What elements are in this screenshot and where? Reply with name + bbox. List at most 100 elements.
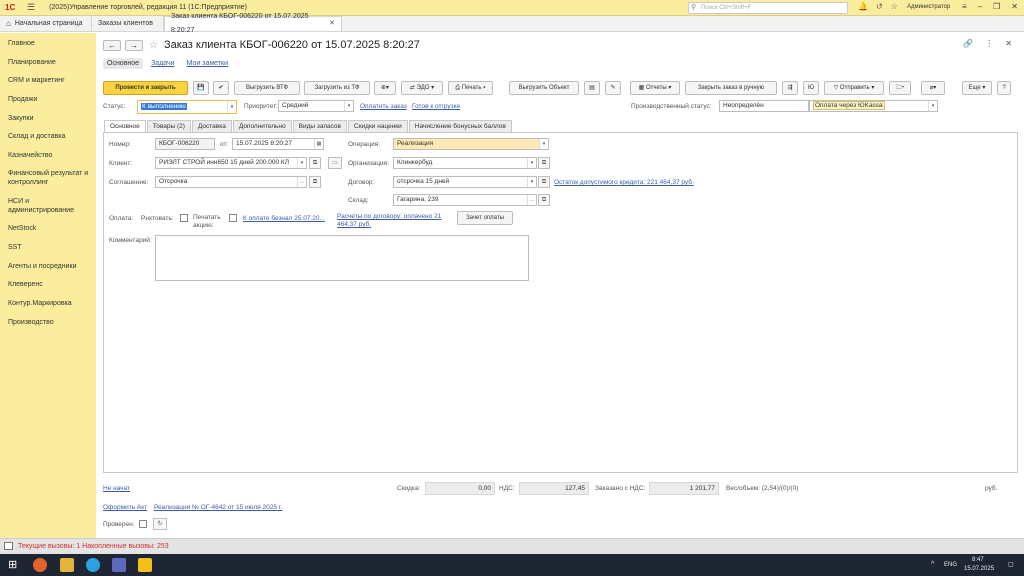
restore-icon[interactable]: ❐ (993, 2, 1000, 11)
warehouse-open-button[interactable]: ⧉ (538, 194, 550, 206)
flow-icon-button[interactable]: ⇶ (782, 81, 798, 95)
sidebar-item-kontur[interactable]: Контур.Маркировка (8, 299, 94, 308)
star-icon[interactable]: ☆ (891, 2, 898, 11)
ready-to-ship-link[interactable]: Готов к отгрузке (412, 103, 460, 110)
checked-checkbox[interactable] (139, 520, 147, 528)
edit-icon-button[interactable]: ✎ (605, 81, 621, 95)
sidebar-item-planning[interactable]: Планирование (8, 58, 94, 67)
subnav-main[interactable]: Основное (103, 58, 144, 69)
chevron-down-icon[interactable]: ▾ (297, 158, 306, 168)
sidebar-item-purchases[interactable]: Закупки (8, 114, 94, 123)
number-field[interactable]: КБОГ-006220 (155, 138, 215, 150)
sidebar-item-agents[interactable]: Агенты и посредники (8, 262, 94, 271)
sidebar-item-crm[interactable]: CRM и маркетинг (8, 76, 94, 85)
sidebar-item-warehouse[interactable]: Склад и доставка (8, 132, 94, 141)
notifications-icon[interactable]: ▢ (1008, 561, 1014, 568)
warehouse-field[interactable]: Гагарина, 239 … (393, 194, 537, 206)
sidebar-item-sales[interactable]: Продажи (8, 95, 94, 104)
contract-open-button[interactable]: ⧉ (538, 176, 550, 188)
contract-field[interactable]: отсрочка 15 дней ▾ (393, 176, 537, 188)
history-icon[interactable]: ↺ (876, 2, 883, 11)
agreement-field[interactable]: Отсрочка … (155, 176, 307, 188)
document-icon-button[interactable]: ▤ (584, 81, 600, 95)
remote-desktop-icon[interactable] (112, 558, 126, 572)
bell-icon[interactable]: 🔔 (858, 2, 868, 11)
create-based-button[interactable]: ⊕▾ (374, 81, 396, 95)
cash-checkbox[interactable] (180, 214, 188, 222)
sidebar-item-netstock[interactable]: NetStock (8, 224, 94, 233)
reports-button[interactable]: ▦ Отчеты ▾ (630, 81, 680, 95)
comment-textarea[interactable] (155, 235, 529, 281)
favorite-star-icon[interactable]: ☆ (149, 40, 158, 51)
print-promo-checkbox[interactable] (229, 214, 237, 222)
ellipsis-icon[interactable]: … (297, 177, 306, 187)
onec-app-icon[interactable] (138, 558, 152, 572)
edo-button[interactable]: ⇄ ЭДО ▾ (401, 81, 443, 95)
calendar-icon[interactable]: ▦ (314, 139, 323, 149)
sidebar-item-cleverence[interactable]: Клеверенс (8, 280, 94, 289)
operation-field[interactable]: Реализация ▾ (393, 138, 549, 150)
send-button[interactable]: ▽ Отправить ▾ (824, 81, 884, 95)
priority-field[interactable]: Средний ▾ (278, 100, 354, 112)
organization-field[interactable]: Клинкербуд ▾ (393, 157, 537, 169)
back-button[interactable]: ← (103, 39, 121, 51)
subnav-notes[interactable]: Мои заметки (183, 58, 232, 69)
chevron-down-icon[interactable]: ▾ (527, 177, 536, 187)
yukassa-icon-button[interactable]: Ю (803, 81, 819, 95)
help-button[interactable]: ? (997, 81, 1011, 95)
check-action-button[interactable]: ↻ (153, 518, 167, 530)
not-started-link[interactable]: Не начат (103, 485, 130, 492)
prod-status-field[interactable]: Неопределён (719, 100, 809, 112)
telegram-icon[interactable] (86, 558, 100, 572)
tab-client-orders[interactable]: Заказы клиентов (92, 16, 164, 31)
attachments-button[interactable]: ⌀▾ (921, 81, 945, 95)
tab-current-order[interactable]: Заказ клиента КБОГ-006220 от 15.07.2025 … (164, 13, 342, 34)
chevron-down-icon[interactable]: ▾ (344, 101, 353, 111)
chevron-down-icon[interactable]: ▾ (928, 101, 937, 111)
close-order-manual-button[interactable]: Закрыть заказ в ручную (685, 81, 777, 95)
user-name[interactable]: Администратор (907, 4, 950, 10)
settings-icon[interactable]: ≡ (962, 2, 967, 11)
sidebar-item-treasury[interactable]: Казначейство (8, 151, 94, 160)
close-icon[interactable]: ✕ (1011, 2, 1018, 11)
subnav-tasks[interactable]: Задачи (147, 58, 179, 69)
organization-open-button[interactable]: ⧉ (538, 157, 550, 169)
sidebar-item-nsi[interactable]: НСИ и администрирование (8, 197, 94, 215)
post-button[interactable]: ✔ (213, 81, 229, 95)
status-field[interactable]: К выполнению ▾ (137, 100, 237, 114)
more-button[interactable]: Еще ▾ (962, 81, 992, 95)
prod-status-note[interactable]: Оплата через ЮKassa ▾ (809, 100, 938, 112)
close-form-icon[interactable]: ✕ (1005, 39, 1012, 48)
post-and-close-button[interactable]: Провести и закрыть (103, 81, 188, 95)
chevron-down-icon[interactable]: ▾ (527, 158, 536, 168)
import-tf-button[interactable]: Загрузить из ТФ (304, 81, 370, 95)
print-button[interactable]: ⎙ Печать ▾ (448, 81, 493, 95)
agreement-open-button[interactable]: ⧉ (309, 176, 321, 188)
minimize-icon[interactable]: – (978, 2, 982, 11)
settlements-link[interactable]: Расчеты по договору: оплачено 21 464,37 … (337, 213, 449, 229)
attach-files-button[interactable]: 🗀▾ (889, 81, 911, 95)
realization-link[interactable]: Реализация № ОГ-4642 от 15 июля 2025 г. (154, 504, 282, 511)
windows-start-icon[interactable]: ⊞ (8, 558, 22, 572)
create-act-link[interactable]: Оформить Акт (103, 504, 147, 511)
tray-chevron-icon[interactable]: ^ (931, 561, 934, 568)
client-card-button[interactable]: ▭ (328, 157, 342, 169)
close-tab-icon[interactable]: ✕ (329, 17, 335, 31)
tab-home[interactable]: ⌂ Начальная страница (0, 16, 92, 31)
more-vertical-icon[interactable]: ⋮ (985, 39, 993, 48)
sidebar-item-production[interactable]: Производство (8, 318, 94, 327)
firefox-icon[interactable] (33, 558, 47, 572)
menu-icon[interactable]: ☰ (27, 2, 35, 13)
ellipsis-icon[interactable]: … (527, 195, 536, 205)
chevron-down-icon[interactable]: ▾ (227, 101, 236, 113)
file-explorer-icon[interactable] (60, 558, 74, 572)
save-button[interactable]: 💾 (193, 81, 209, 95)
offset-payment-button[interactable]: Зачет оплаты (457, 211, 513, 225)
chevron-down-icon[interactable]: ▾ (539, 139, 548, 149)
pay-order-link[interactable]: Оплатить заказ (360, 103, 407, 110)
sidebar-item-finance[interactable]: Финансовый результат и контроллинг (8, 169, 94, 187)
sidebar-item-sst[interactable]: SST (8, 243, 94, 252)
client-open-button[interactable]: ⧉ (309, 157, 321, 169)
client-field[interactable]: РИЭЛТ СТРОЙ инн650 15 дней 200.000 КЛ ▾ (155, 157, 307, 169)
export-vtf-button[interactable]: Выгрузить ВТФ (234, 81, 300, 95)
